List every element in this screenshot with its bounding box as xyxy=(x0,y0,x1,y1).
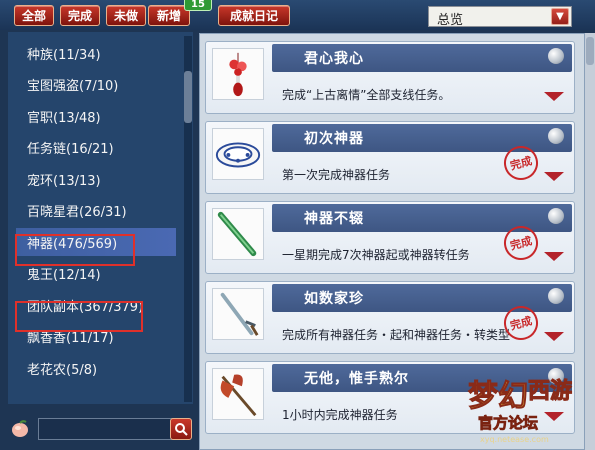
achievement-card[interactable]: 君心我心完成“上古离情”全部支线任务。 xyxy=(205,41,575,114)
achievement-desc: 第一次完成神器任务 xyxy=(282,168,391,182)
ornament-icon xyxy=(212,48,264,100)
filter-all-button[interactable]: 全部 xyxy=(14,5,54,26)
achievement-card[interactable]: 无他，惟手熟尔 1小时内完成神器任务 xyxy=(205,361,575,434)
category-dropdown[interactable]: 总览 ▼ xyxy=(428,6,572,28)
sidebar-item[interactable]: 飘香香(11/17) xyxy=(16,323,176,351)
axe-icon xyxy=(212,368,264,420)
list-scrollbar[interactable] xyxy=(585,33,595,450)
achievement-title: 初次神器 xyxy=(304,131,364,147)
search-input[interactable] xyxy=(38,418,180,440)
achievement-desc: 完成所有神器任务・起和神器任务・转类型 xyxy=(282,328,511,342)
sidebar-item[interactable]: 老花农(5/8) xyxy=(16,354,176,382)
filter-done-button[interactable]: 完成 xyxy=(60,5,100,26)
pearl-icon xyxy=(548,48,564,64)
pearl-icon xyxy=(548,128,564,144)
expand-triangle-icon[interactable] xyxy=(544,332,564,341)
expand-triangle-icon[interactable] xyxy=(544,412,564,421)
sidebar-item[interactable]: 百晓星君(26/31) xyxy=(16,197,176,225)
pearl-icon xyxy=(548,368,564,384)
achievement-desc: 1小时内完成神器任务 xyxy=(282,408,398,422)
achievement-title: 君心我心 xyxy=(304,51,364,67)
sidebar-item[interactable]: 宠环(13/13) xyxy=(16,165,176,193)
expand-triangle-icon[interactable] xyxy=(544,92,564,101)
sword-icon xyxy=(212,288,264,340)
search-button[interactable] xyxy=(170,418,192,440)
category-dropdown-value: 总览 xyxy=(437,13,464,28)
jade-sword-icon xyxy=(212,208,264,260)
achievement-desc: 一星期完成7次神器起或神器转任务 xyxy=(282,248,470,262)
sidebar-scroll-thumb[interactable] xyxy=(184,71,192,123)
sidebar-item[interactable]: 宝图强盗(7/10) xyxy=(16,71,176,99)
sidebar-item[interactable]: 任务链(16/21) xyxy=(16,134,176,162)
achievement-desc: 完成“上古离情”全部支线任务。 xyxy=(282,88,451,102)
achievement-list: 君心我心 完成“上古离情”全部支线任务。 初次神器 第一次完成神器任务 完成 神器不辍 一星… xyxy=(199,33,585,450)
achievement-title: 无他，惟手熟尔 xyxy=(304,371,409,387)
sidebar-item[interactable]: 神器(476/569) xyxy=(16,228,176,256)
expand-triangle-icon[interactable] xyxy=(544,172,564,181)
search-icon xyxy=(175,423,188,436)
list-scroll-thumb[interactable] xyxy=(586,37,594,65)
achievement-card[interactable]: 如数家珍 完成所有神器任务・起和神器任务・转类型 完成 xyxy=(205,281,575,354)
achievement-card[interactable]: 初次神器 第一次完成神器任务 完成 xyxy=(205,121,575,194)
diary-button[interactable]: 成就日记 xyxy=(218,5,290,26)
sidebar-scrollbar[interactable] xyxy=(184,36,192,402)
sidebar-item[interactable]: 官职(13/48) xyxy=(16,102,176,130)
sidebar-item[interactable]: 种族(11/34) xyxy=(16,39,176,67)
expand-triangle-icon[interactable] xyxy=(544,252,564,261)
sidebar-item[interactable]: 鬼王(12/14) xyxy=(16,260,176,288)
pearl-icon xyxy=(548,208,564,224)
peach-icon xyxy=(12,420,28,437)
toolbar: 全部 完成 未做 新增 15 成就日记 总览 ▼ xyxy=(0,0,595,30)
pearl-icon xyxy=(548,288,564,304)
achievement-title: 神器不辍 xyxy=(304,211,364,227)
bowl-icon xyxy=(212,128,264,180)
chevron-down-icon[interactable]: ▼ xyxy=(551,8,569,25)
new-count-badge: 15 xyxy=(184,0,212,11)
achievement-title: 如数家珍 xyxy=(304,291,364,307)
filter-undone-button[interactable]: 未做 xyxy=(106,5,146,26)
sidebar-item[interactable]: 团队副本(367/379) xyxy=(16,291,176,319)
achievement-card[interactable]: 神器不辍 一星期完成7次神器起或神器转任务 完成 xyxy=(205,201,575,274)
